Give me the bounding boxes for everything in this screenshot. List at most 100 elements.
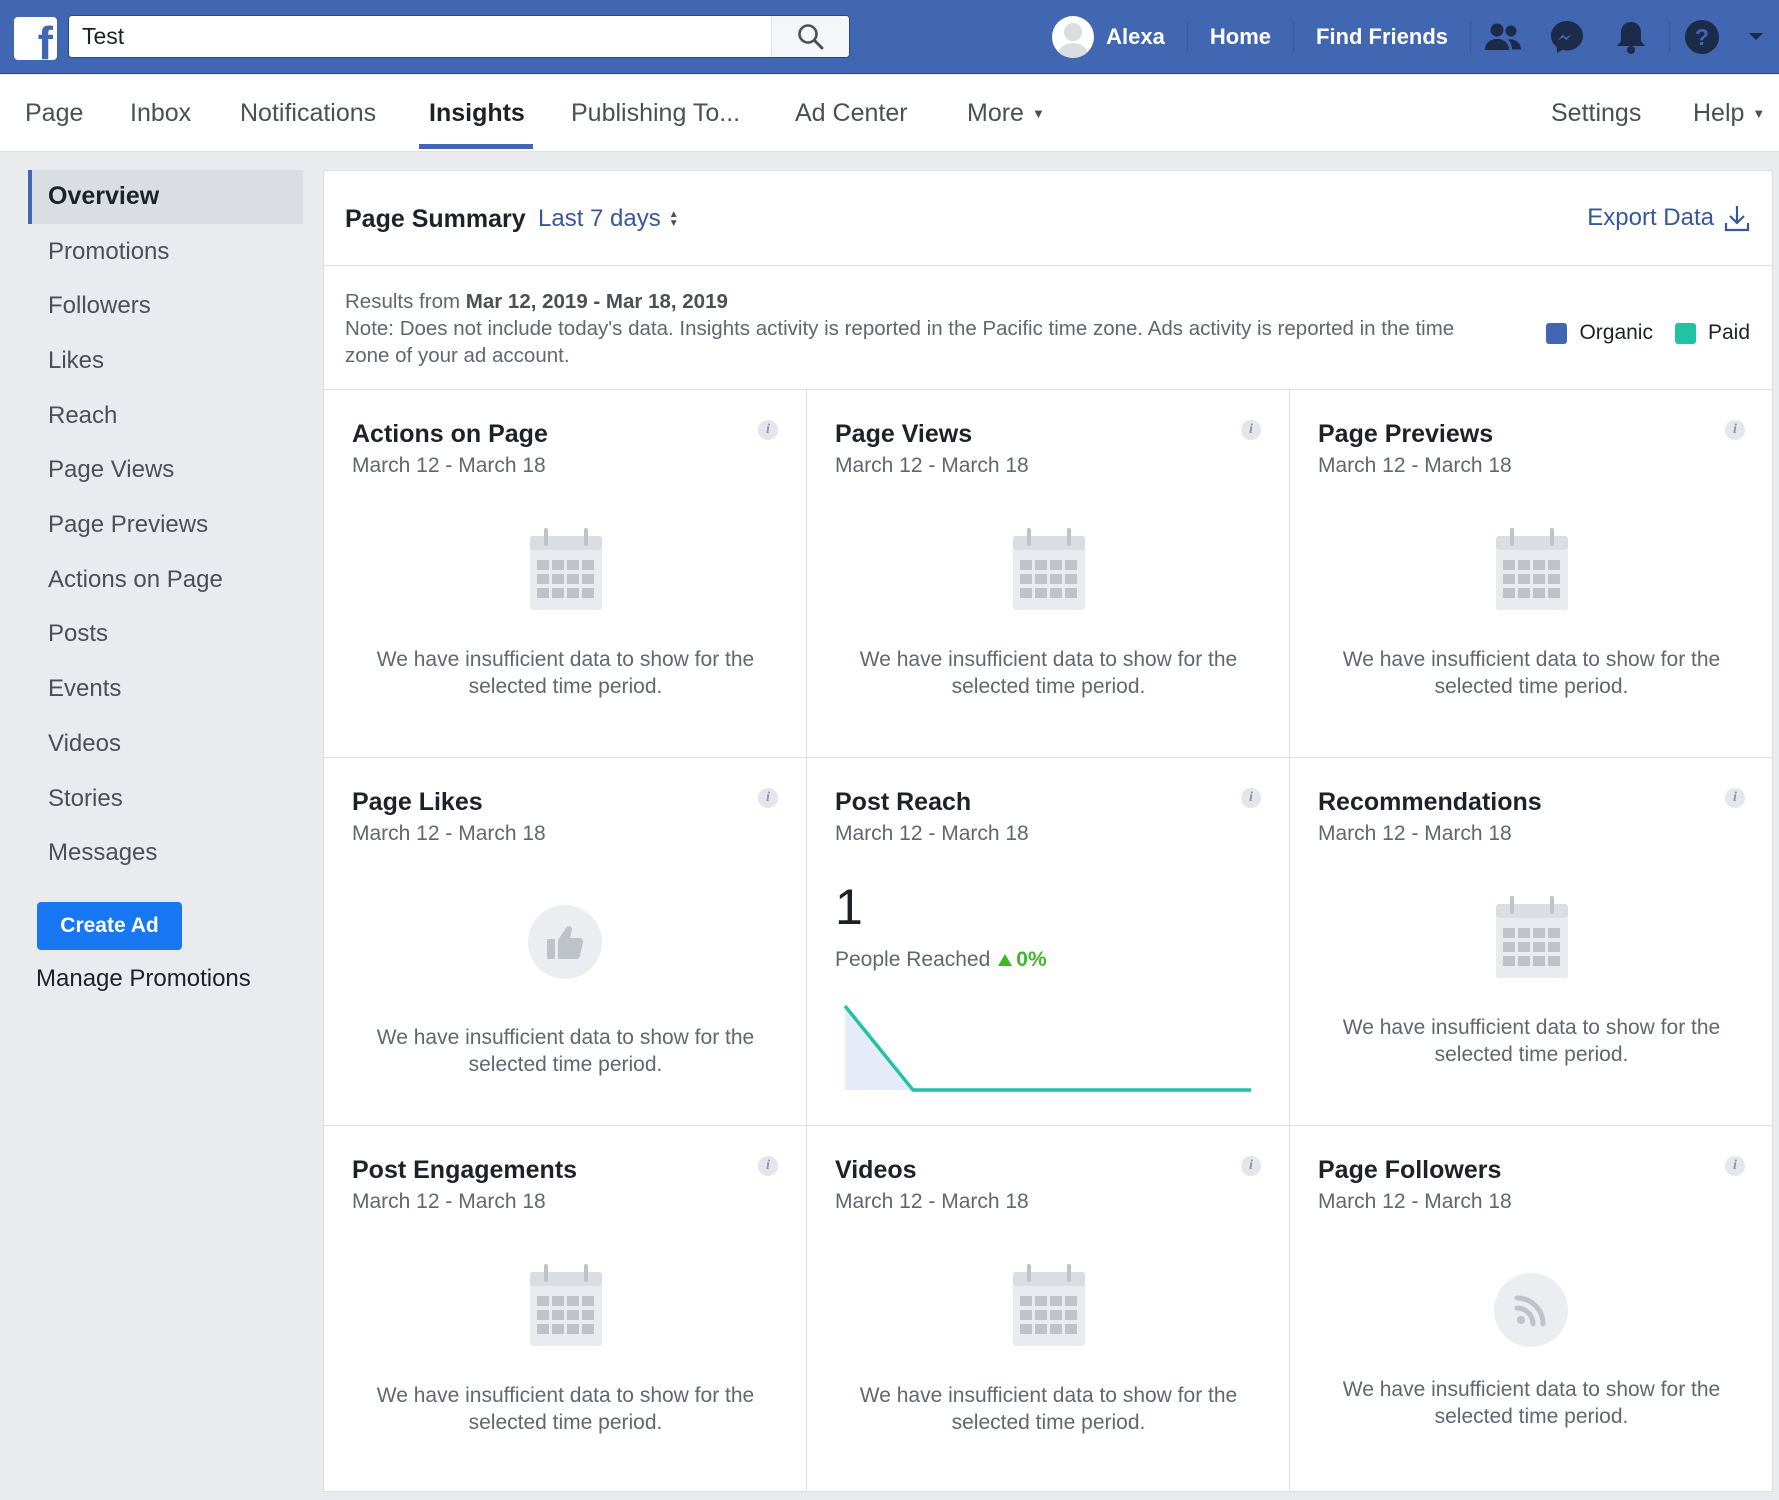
caret-down-icon: ▼ bbox=[1031, 106, 1045, 121]
tab-insights[interactable]: Insights bbox=[429, 75, 525, 152]
messenger-button[interactable] bbox=[1535, 0, 1599, 74]
sidebar-item-followers[interactable]: Followers bbox=[48, 291, 151, 321]
card-post-engagements[interactable]: Post Engagements March 12 - March 18 i W… bbox=[324, 1126, 807, 1494]
sidebar-item-promotions[interactable]: Promotions bbox=[48, 237, 169, 267]
facebook-logo-icon[interactable]: f bbox=[14, 17, 57, 60]
card-title: Recommendations bbox=[1318, 788, 1542, 816]
info-icon[interactable]: i bbox=[1725, 788, 1745, 808]
post-reach-sparkline bbox=[843, 1004, 1251, 1092]
sparkline-area bbox=[845, 1006, 1251, 1090]
info-icon[interactable]: i bbox=[1241, 1156, 1261, 1176]
sidebar-item-reach[interactable]: Reach bbox=[48, 401, 117, 431]
sidebar-item-videos[interactable]: Videos bbox=[48, 729, 121, 759]
info-icon[interactable]: i bbox=[758, 1156, 778, 1176]
tab-ad-center[interactable]: Ad Center bbox=[795, 75, 908, 152]
card-actions-on-page[interactable]: Actions on Page March 12 - March 18 i We… bbox=[324, 390, 807, 758]
card-post-reach[interactable]: Post Reach March 12 - March 18 i 1 Peopl… bbox=[807, 758, 1290, 1126]
summary-header: Page Summary Last 7 days ▲ ▼ Export Data bbox=[324, 171, 1772, 266]
messenger-icon bbox=[1551, 21, 1583, 53]
question-icon: ? bbox=[1684, 20, 1719, 54]
sidebar-item-overview[interactable]: Overview bbox=[28, 170, 303, 224]
results-date-range: Mar 12, 2019 - Mar 18, 2019 bbox=[465, 290, 728, 313]
info-icon[interactable]: i bbox=[1241, 420, 1261, 440]
legend: Organic Paid bbox=[1546, 321, 1750, 345]
card-date: March 12 - March 18 bbox=[352, 1190, 546, 1213]
sidebar-item-stories[interactable]: Stories bbox=[48, 784, 123, 814]
card-page-likes[interactable]: Page Likes March 12 - March 18 i We have… bbox=[324, 758, 807, 1126]
card-title: Page Likes bbox=[352, 788, 483, 816]
search-input[interactable] bbox=[69, 16, 771, 57]
search-button[interactable] bbox=[771, 16, 849, 57]
chevron-down-icon bbox=[1749, 33, 1763, 40]
card-title: Post Reach bbox=[835, 788, 972, 816]
card-page-followers[interactable]: Page Followers March 12 - March 18 i We … bbox=[1290, 1126, 1773, 1494]
info-icon[interactable]: i bbox=[758, 788, 778, 808]
card-recommendations[interactable]: Recommendations March 12 - March 18 i We… bbox=[1290, 758, 1773, 1126]
card-date: March 12 - March 18 bbox=[835, 1190, 1029, 1213]
legend-label-paid: Paid bbox=[1707, 321, 1750, 344]
info-icon[interactable]: i bbox=[1241, 788, 1261, 808]
sidebar-item-events[interactable]: Events bbox=[48, 674, 121, 704]
account-menu-button[interactable] bbox=[1733, 0, 1779, 74]
tab-more[interactable]: More ▼ bbox=[967, 75, 1045, 152]
tab-notifications[interactable]: Notifications bbox=[240, 75, 376, 152]
empty-state-message: We have insufficient data to show for th… bbox=[859, 1384, 1238, 1434]
legend-swatch-organic bbox=[1546, 322, 1568, 344]
tab-settings[interactable]: Settings bbox=[1551, 75, 1641, 152]
friend-requests-button[interactable] bbox=[1471, 0, 1535, 74]
tab-help[interactable]: Help ▼ bbox=[1693, 75, 1765, 152]
sidebar-item-page-views[interactable]: Page Views bbox=[48, 455, 174, 485]
export-data-link[interactable]: Export Data bbox=[1587, 203, 1750, 233]
download-icon bbox=[1724, 206, 1750, 232]
metrics-grid: Actions on Page March 12 - March 18 i We… bbox=[324, 389, 1773, 1494]
tab-help-label: Help bbox=[1693, 99, 1745, 127]
notifications-button[interactable] bbox=[1599, 0, 1663, 74]
thumbs-up-icon bbox=[528, 905, 602, 979]
card-date: March 12 - March 18 bbox=[835, 454, 1029, 477]
date-range-select[interactable]: Last 7 days ▲ ▼ bbox=[538, 205, 681, 233]
active-tab-indicator bbox=[419, 144, 533, 149]
people-reached-count: 1 bbox=[835, 879, 863, 935]
card-page-previews[interactable]: Page Previews March 12 - March 18 i We h… bbox=[1290, 390, 1773, 758]
search-box bbox=[68, 15, 850, 58]
sidebar-item-actions-on-page[interactable]: Actions on Page bbox=[48, 565, 223, 595]
tab-page[interactable]: Page bbox=[25, 75, 83, 152]
help-button[interactable]: ? bbox=[1669, 20, 1733, 54]
user-name: Alexa bbox=[1106, 24, 1165, 49]
card-date: March 12 - March 18 bbox=[352, 822, 546, 845]
card-page-views[interactable]: Page Views March 12 - March 18 i We have… bbox=[807, 390, 1290, 758]
change-indicator: 0% bbox=[998, 948, 1047, 972]
manage-promotions-link[interactable]: Manage Promotions bbox=[36, 965, 251, 993]
top-right-nav: Alexa Home Find Friends ? bbox=[1052, 0, 1779, 74]
sidebar-item-posts[interactable]: Posts bbox=[48, 619, 108, 649]
sidebar-item-likes[interactable]: Likes bbox=[48, 346, 104, 376]
avatar bbox=[1052, 16, 1095, 58]
home-link[interactable]: Home bbox=[1188, 22, 1294, 52]
empty-state-message: We have insufficient data to show for th… bbox=[376, 1026, 755, 1076]
card-title: Post Engagements bbox=[352, 1156, 578, 1184]
tab-inbox[interactable]: Inbox bbox=[130, 75, 191, 152]
empty-state-message: We have insufficient data to show for th… bbox=[376, 648, 755, 698]
info-icon[interactable]: i bbox=[1725, 1156, 1745, 1176]
empty-state-message: We have insufficient data to show for th… bbox=[859, 648, 1238, 698]
people-reached-label: People Reached bbox=[835, 948, 991, 971]
card-videos[interactable]: Videos March 12 - March 18 i We have ins… bbox=[807, 1126, 1290, 1494]
tab-more-label: More bbox=[967, 99, 1024, 127]
date-range-label: Last 7 days bbox=[538, 205, 661, 232]
create-ad-button[interactable]: Create Ad bbox=[37, 902, 182, 950]
info-icon[interactable]: i bbox=[758, 420, 778, 440]
calendar-icon bbox=[530, 528, 602, 610]
card-title: Page Followers bbox=[1318, 1156, 1502, 1184]
card-date: March 12 - March 18 bbox=[1318, 454, 1512, 477]
change-percent: 0% bbox=[1016, 948, 1047, 971]
find-friends-link[interactable]: Find Friends bbox=[1294, 22, 1471, 52]
top-bar: f Alexa Home Find Friends ? bbox=[0, 0, 1779, 74]
profile-link[interactable]: Alexa bbox=[1052, 16, 1188, 58]
sidebar-item-page-previews[interactable]: Page Previews bbox=[48, 510, 208, 540]
card-date: March 12 - March 18 bbox=[1318, 1190, 1512, 1213]
card-date: March 12 - March 18 bbox=[1318, 822, 1512, 845]
sidebar-item-messages[interactable]: Messages bbox=[48, 838, 157, 868]
empty-state-message: We have insufficient data to show for th… bbox=[376, 1384, 755, 1434]
info-icon[interactable]: i bbox=[1725, 420, 1745, 440]
tab-publishing-tools[interactable]: Publishing To... bbox=[571, 75, 740, 152]
